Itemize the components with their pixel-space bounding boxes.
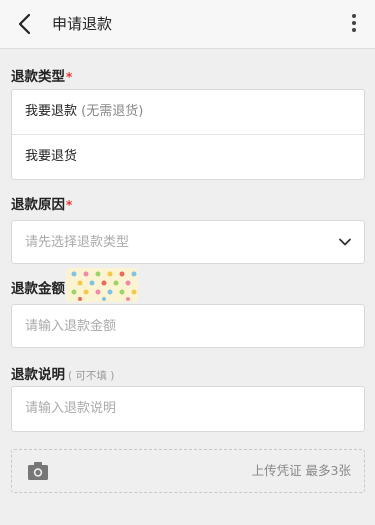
- upload-label: 上传凭证 最多3张: [251, 463, 351, 478]
- refund-note-label: 退款说明( 可不填 ): [11, 367, 115, 383]
- required-mark: *: [66, 70, 73, 84]
- option-refund-only[interactable]: 我要退款 (无需退货): [12, 90, 364, 134]
- more-menu-button[interactable]: [349, 11, 359, 37]
- refund-amount-label: 退款金额: [11, 281, 65, 297]
- option-return-goods[interactable]: 我要退货: [12, 134, 364, 179]
- decorative-dots-image: [66, 268, 138, 302]
- page-title: 申请退款: [52, 15, 113, 33]
- chevron-down-icon: [339, 238, 351, 246]
- refund-amount-input[interactable]: 请输入退款金额: [11, 304, 365, 348]
- chevron-left-icon: [18, 13, 31, 35]
- refund-note-input[interactable]: 请输入退款说明: [11, 386, 365, 432]
- required-mark: *: [66, 198, 73, 212]
- back-button[interactable]: [12, 10, 40, 38]
- camera-icon: [28, 462, 48, 480]
- refund-type-options: 我要退款 (无需退货) 我要退货: [11, 89, 365, 180]
- refund-reason-select[interactable]: 请先选择退款类型: [11, 220, 365, 264]
- top-bar: 申请退款: [0, 0, 375, 49]
- refund-type-label: 退款类型*: [11, 69, 73, 85]
- optional-hint: ( 可不填 ): [68, 370, 115, 382]
- more-vertical-icon: [352, 14, 356, 18]
- refund-reason-label: 退款原因*: [11, 197, 73, 213]
- upload-proof-button[interactable]: 上传凭证 最多3张: [11, 449, 365, 493]
